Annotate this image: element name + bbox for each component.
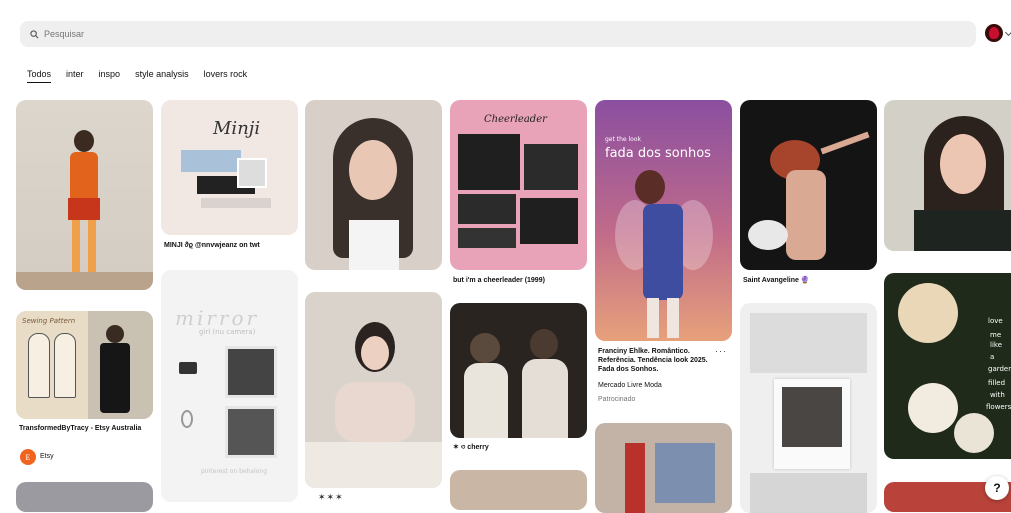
- more-options-button[interactable]: ···: [715, 346, 727, 356]
- board-tabs: Todos inter inspo style analysis lovers …: [27, 69, 247, 83]
- search-bar[interactable]: Pesquisar: [20, 21, 976, 47]
- pin-dark-hair-portrait[interactable]: [884, 100, 1011, 251]
- garden-word: a: [990, 353, 995, 361]
- avatar[interactable]: [985, 24, 1003, 42]
- pin-sketch-collage[interactable]: [740, 303, 877, 513]
- mirror-overlay-title: mirror: [175, 306, 260, 330]
- pin-fada-dos-sonhos[interactable]: get the look fada dos sonhos: [595, 100, 732, 341]
- pin-bed-portrait[interactable]: [305, 292, 442, 488]
- tab-todos[interactable]: Todos: [27, 69, 52, 83]
- search-icon: [30, 29, 39, 38]
- garden-word: with: [990, 391, 1005, 399]
- pin-source[interactable]: Etsy: [40, 453, 54, 460]
- cheer-overlay-text: Cheerleader: [484, 114, 547, 125]
- garden-word: flowers: [986, 403, 1011, 411]
- sewing-overlay-text: Sewing Pattern: [22, 317, 76, 325]
- garden-word: me: [990, 331, 1002, 339]
- pin-red-bag[interactable]: [595, 423, 732, 513]
- garden-word: filled: [988, 379, 1006, 387]
- mirror-overlay-sub: girl (nu camera): [199, 328, 256, 336]
- pin-garden-flowers[interactable]: love me like a garden filled with flower…: [884, 273, 1011, 459]
- pin-advertiser[interactable]: Mercado Livre Moda: [598, 382, 662, 389]
- pin-caption: Franciny Ehlke. Romântico. Referência. T…: [598, 348, 708, 373]
- search-input[interactable]: Pesquisar: [44, 29, 84, 39]
- pin-partial[interactable]: [450, 470, 587, 510]
- pin-caption: Saint Avangeline 🔮: [743, 277, 810, 284]
- pin-partial[interactable]: [16, 482, 153, 512]
- pin-sewing-pattern[interactable]: Sewing Pattern: [16, 311, 153, 419]
- pin-caption: but i'm a cheerleader (1999): [453, 277, 545, 284]
- pin-partial-loading: ✶✶✶: [318, 492, 344, 502]
- minji-overlay-title: Minji: [213, 118, 261, 139]
- help-button[interactable]: ?: [985, 476, 1009, 500]
- pin-caption: TransformedByTracy - Etsy Australia: [19, 425, 142, 432]
- garden-word: like: [990, 341, 1003, 349]
- pin-cheerleader[interactable]: Cheerleader: [450, 100, 587, 270]
- fada-overlay-big: fada dos sonhos: [605, 146, 711, 161]
- pin-cherry[interactable]: [450, 303, 587, 438]
- chevron-down-icon[interactable]: [1004, 28, 1011, 37]
- tab-style-analysis[interactable]: style analysis: [135, 69, 189, 83]
- fada-overlay-small: get the look: [605, 136, 641, 143]
- pin-orange-outfit[interactable]: [16, 100, 153, 290]
- promoted-label: Patrocinado: [598, 396, 636, 403]
- garden-word: love: [988, 317, 1003, 325]
- pin-minji[interactable]: Minji: [161, 100, 298, 235]
- pin-portrait-bangs[interactable]: [305, 100, 442, 270]
- etsy-logo-icon: E: [20, 449, 36, 465]
- pin-saint-avangeline[interactable]: [740, 100, 877, 270]
- tab-inter[interactable]: inter: [66, 69, 84, 83]
- tab-lovers-rock[interactable]: lovers rock: [204, 69, 248, 83]
- pin-caption: ✶ ৩ cherry: [453, 444, 489, 451]
- pin-mirror[interactable]: mirror girl (nu camera) pinterest on beh…: [161, 270, 298, 502]
- tab-inspo[interactable]: inspo: [99, 69, 121, 83]
- mirror-footer: pinterest on behalong: [201, 468, 268, 475]
- pin-caption: MINJI ϑϱ @nnvwjeanz on twt: [164, 242, 260, 249]
- garden-word: garden: [988, 365, 1011, 373]
